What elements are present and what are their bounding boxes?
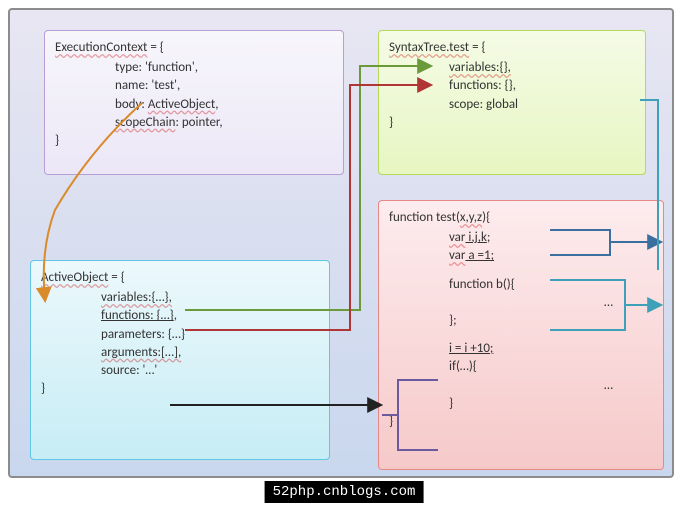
ao-source: source: '…': [101, 362, 319, 380]
ao-title: ActiveObject = {: [41, 269, 319, 287]
ec-type: type: 'function',: [115, 59, 333, 77]
ao-args: arguments:[…],: [101, 344, 319, 362]
fn-funcb-close: };: [449, 312, 653, 330]
box-active-object: ActiveObject = { variables:{…}, function…: [30, 260, 330, 460]
box-execution-context: ExecutionContext = { type: 'function', n…: [44, 30, 344, 175]
fn-close: }: [389, 413, 653, 431]
fn-if-close: }: [449, 395, 653, 413]
ao-params: parameters: {…}: [101, 326, 319, 344]
diagram-canvas: ExecutionContext = { type: 'function', n…: [8, 8, 674, 478]
fn-iexpr: i = i +10;: [449, 340, 653, 358]
fn-dots2: …: [469, 377, 653, 395]
ao-close: }: [41, 380, 319, 398]
ec-scopechain: scopeChain: pointer,: [115, 114, 333, 132]
st-scope: scope: global: [449, 96, 635, 114]
ao-vars: variables:{…},: [101, 289, 319, 307]
st-title: SyntaxTree.test = {: [389, 39, 635, 57]
st-funcs: functions: {},: [449, 77, 635, 95]
fn-dots1: …: [469, 294, 653, 312]
watermark: 52php.cnblogs.com: [265, 481, 424, 503]
ao-funcs: functions: {…},: [101, 307, 319, 325]
ec-close: }: [55, 132, 333, 150]
st-close: }: [389, 114, 635, 132]
fn-var1: var i,j,k;: [449, 229, 653, 247]
box-function-test: function test(x,y,z){ var i,j,k; var a =…: [378, 200, 664, 470]
fn-sig: function test(x,y,z){: [389, 209, 653, 227]
fn-if: if(…){: [449, 358, 653, 376]
ec-title: ExecutionContext = {: [55, 39, 333, 57]
fn-funcb: function b(){: [449, 276, 653, 294]
st-vars: variables:{},: [449, 59, 635, 77]
fn-var2: var a =1;: [449, 247, 653, 265]
ec-body: body: ActiveObject,: [115, 96, 333, 114]
ec-name: name: 'test',: [115, 77, 333, 95]
box-syntax-tree: SyntaxTree.test = { variables:{}, functi…: [378, 30, 646, 175]
